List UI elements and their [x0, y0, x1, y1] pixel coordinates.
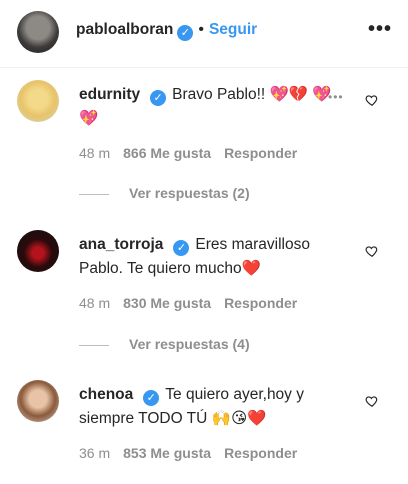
like-heart-icon[interactable] — [365, 394, 379, 408]
comment-body: chenoa ✓ Te quiero ayer,hoy y siempre TODO… — [79, 383, 351, 431]
comment-body: ana_torroja ✓ Eres maravilloso Pablo. Te q… — [79, 233, 351, 281]
commenter-avatar[interactable] — [17, 80, 59, 122]
post-header: pabloalboran ✓ • Seguir ••• — [0, 0, 408, 68]
author-row: pabloalboran ✓ • Seguir — [76, 21, 257, 41]
comment-likes[interactable]: 830 Me gusta — [123, 295, 211, 311]
replies-divider — [79, 193, 109, 195]
view-replies-button[interactable]: Ver respuestas (2) — [79, 185, 250, 201]
comment-meta: 48 m 830 Me gusta Responder — [79, 295, 297, 311]
view-replies-button[interactable]: Ver respuestas (4) — [79, 336, 250, 352]
comment-likes[interactable]: 853 Me gusta — [123, 445, 211, 461]
commenter-avatar[interactable] — [17, 230, 59, 272]
reply-button[interactable]: Responder — [224, 145, 297, 161]
view-replies-label: Ver respuestas (2) — [129, 185, 250, 201]
comment-body: edurnity ✓ Bravo Pablo!! 💖💔 💖💖 — [79, 83, 351, 131]
comment-username[interactable]: ana_torroja — [79, 236, 163, 253]
comment-options-icon[interactable]: ••• — [328, 90, 344, 104]
comment-username[interactable]: chenoa — [79, 386, 133, 403]
verified-badge-icon: ✓ — [177, 25, 194, 41]
replies-divider — [79, 344, 109, 346]
author-username[interactable]: pabloalboran — [76, 21, 173, 38]
view-replies-label: Ver respuestas (4) — [129, 336, 250, 352]
verified-badge-icon: ✓ — [173, 240, 190, 256]
comment-likes[interactable]: 866 Me gusta — [123, 145, 211, 161]
verified-badge-icon: ✓ — [150, 90, 167, 106]
commenter-avatar[interactable] — [17, 380, 59, 422]
more-options-icon[interactable]: ••• — [368, 19, 392, 39]
follow-button[interactable]: Seguir — [209, 21, 257, 38]
comment-meta: 48 m 866 Me gusta Responder — [79, 145, 297, 161]
separator-dot: • — [198, 21, 204, 38]
reply-button[interactable]: Responder — [224, 295, 297, 311]
reply-button[interactable]: Responder — [224, 445, 297, 461]
comment-time[interactable]: 48 m — [79, 145, 110, 161]
like-heart-icon[interactable] — [365, 93, 379, 107]
author-avatar[interactable] — [17, 11, 59, 53]
comment-time[interactable]: 48 m — [79, 295, 110, 311]
comment-username[interactable]: edurnity — [79, 86, 140, 103]
comment-meta: 36 m 853 Me gusta Responder — [79, 445, 297, 461]
like-heart-icon[interactable] — [365, 244, 379, 258]
comment-time[interactable]: 36 m — [79, 445, 110, 461]
verified-badge-icon: ✓ — [143, 390, 160, 406]
